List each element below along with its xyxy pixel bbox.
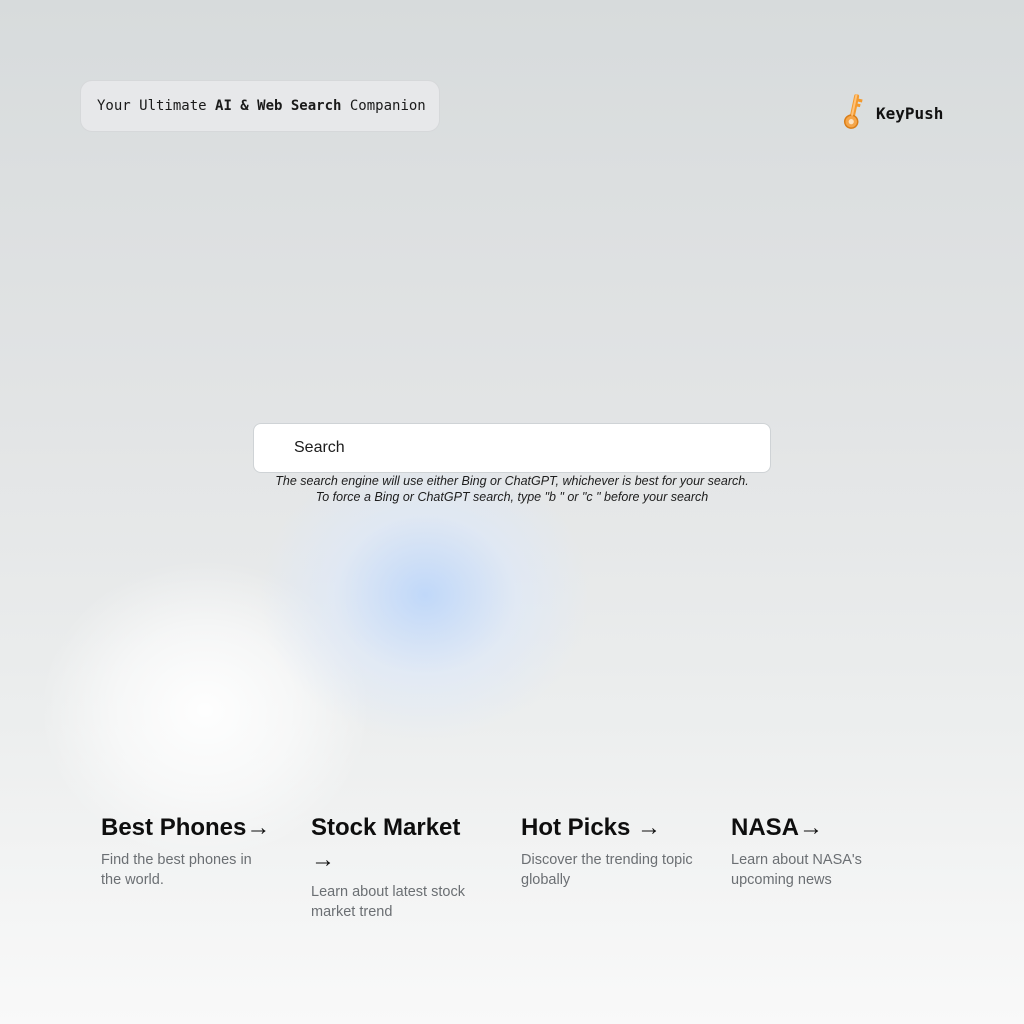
card-title-text: Stock Market (311, 814, 461, 841)
card-hot-picks[interactable]: Hot Picks → Discover the trending topic … (521, 812, 731, 922)
card-description: Discover the trending topic globally (521, 852, 693, 888)
card-best-phones[interactable]: Best Phones→ Find the best phones in the… (101, 812, 311, 922)
card-title: NASA→ (731, 812, 905, 844)
tagline-suffix: Companion (341, 98, 426, 114)
suggestion-cards: Best Phones→ Find the best phones in the… (101, 812, 941, 922)
tagline-prefix: Your Ultimate (97, 98, 216, 114)
arrow-right-icon: → (799, 814, 824, 841)
tagline-bold: AI & Web Search (215, 98, 342, 114)
card-title: Best Phones→ (101, 812, 275, 844)
search-input[interactable] (254, 424, 770, 472)
card-title-text: Best Phones (101, 814, 247, 841)
arrow-right-icon: → (311, 846, 335, 873)
card-title: Stock Market → (311, 812, 485, 876)
search-hint: The search engine will use either Bing o… (200, 473, 824, 505)
key-icon (840, 91, 868, 135)
card-nasa[interactable]: NASA→ Learn about NASA's upcoming news (731, 812, 941, 922)
card-title-text: Hot Picks (521, 814, 631, 841)
search-hint-line-1: The search engine will use either Bing o… (275, 474, 749, 488)
arrow-right-icon: → (637, 814, 662, 841)
arrow-right-icon: → (246, 814, 271, 841)
card-description: Learn about latest stock market trend (311, 884, 465, 920)
brand-name: KeyPush (876, 103, 944, 123)
search-hint-line-2: To force a Bing or ChatGPT search, type … (315, 490, 709, 504)
tagline-badge: Your Ultimate AI & Web Search Companion (80, 80, 440, 132)
card-stock-market[interactable]: Stock Market → Learn about latest stock … (311, 812, 521, 922)
search-box[interactable] (253, 423, 771, 473)
card-description: Learn about NASA's upcoming news (731, 852, 862, 888)
card-title: Hot Picks → (521, 812, 695, 844)
brand-logo[interactable]: KeyPush (840, 92, 943, 134)
card-title-text: NASA (731, 814, 800, 841)
card-description: Find the best phones in the world. (101, 852, 252, 888)
